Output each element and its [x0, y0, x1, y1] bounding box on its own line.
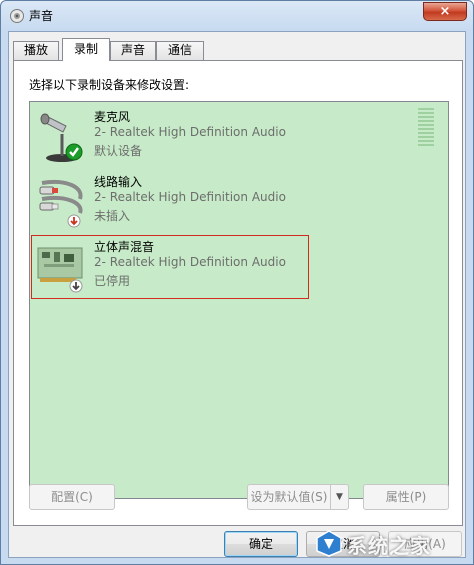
recording-panel: 选择以下录制设备来修改设置: 麦克风 2- Realtek High Defin…	[13, 60, 463, 526]
ok-button[interactable]: 确定	[224, 531, 298, 557]
device-name: 线路输入	[94, 175, 143, 189]
device-list[interactable]: 麦克风 2- Realtek High Definition Audio 默认设…	[29, 101, 449, 499]
chevron-down-icon[interactable]: ▼	[330, 485, 348, 509]
sound-card-icon	[37, 247, 83, 293]
device-name: 立体声混音	[94, 240, 155, 254]
device-driver: 2- Realtek High Definition Audio	[94, 125, 286, 139]
tab-recording[interactable]: 录制	[62, 38, 110, 61]
set-default-label: 设为默认值(S)	[250, 490, 328, 504]
speaker-icon	[10, 9, 24, 23]
microphone-icon	[40, 113, 83, 162]
instructions-label: 选择以下录制设备来修改设置:	[29, 78, 190, 92]
level-meter	[418, 108, 434, 152]
line-in-cable-icon	[39, 180, 83, 228]
watermark-text: 系统之家	[347, 534, 431, 558]
properties-button[interactable]: 属性(P)	[363, 484, 449, 510]
device-item-line-in[interactable]: 线路输入 2- Realtek High Definition Audio 未插…	[32, 171, 308, 233]
device-driver: 2- Realtek High Definition Audio	[94, 255, 286, 269]
title-bar[interactable]: 声音 ×	[1, 1, 473, 31]
device-item-stereo-mix[interactable]: 立体声混音 2- Realtek High Definition Audio 已…	[31, 235, 309, 299]
set-default-button[interactable]: 设为默认值(S) ▼	[247, 484, 349, 510]
device-status: 未插入	[94, 209, 131, 223]
dialog-client-area: 播放 录制 声音 通信 选择以下录制设备来修改设置: 麦克风 2- Realte…	[8, 31, 466, 558]
configure-button[interactable]: 配置(C)	[29, 484, 115, 510]
tab-playback[interactable]: 播放	[13, 41, 59, 60]
device-name: 麦克风	[94, 110, 131, 124]
watermark: 系统之家	[315, 528, 467, 560]
watermark-logo-icon	[316, 530, 342, 557]
device-status: 已停用	[94, 274, 131, 288]
device-status: 默认设备	[94, 144, 143, 158]
tab-sounds[interactable]: 声音	[110, 41, 156, 60]
close-icon: ×	[439, 4, 451, 19]
window-title: 声音	[29, 9, 54, 23]
close-button[interactable]: ×	[423, 2, 467, 21]
tab-communications[interactable]: 通信	[156, 41, 204, 60]
device-item-microphone[interactable]: 麦克风 2- Realtek High Definition Audio 默认设…	[32, 106, 308, 168]
device-driver: 2- Realtek High Definition Audio	[94, 190, 286, 204]
sound-dialog-window: 声音 × 播放 录制 声音 通信 选择以下录制设备来修改设置: 麦克风 2- R…	[0, 0, 474, 565]
